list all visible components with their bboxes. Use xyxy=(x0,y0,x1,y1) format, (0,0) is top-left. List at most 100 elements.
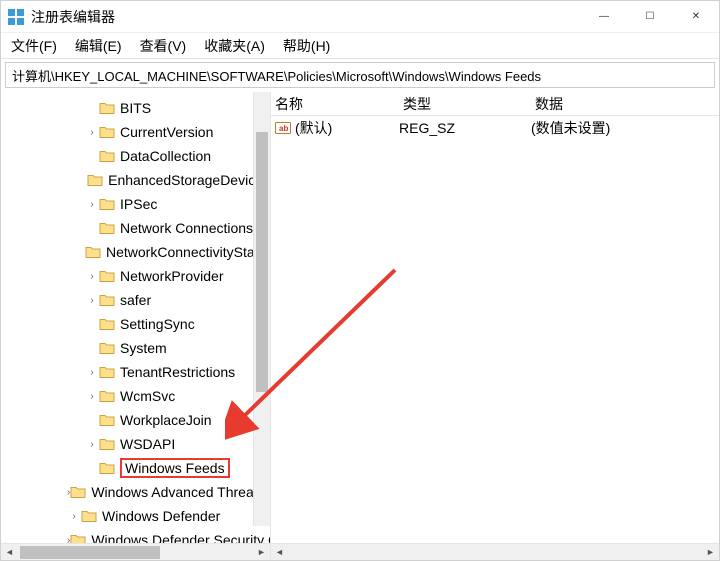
folder-icon xyxy=(99,437,115,451)
menu-view[interactable]: 查看(V) xyxy=(136,34,191,58)
tree-item[interactable]: ›Windows Advanced Threat Protection xyxy=(1,480,270,504)
value-horizontal-scrollbar[interactable]: ◄ ► xyxy=(271,543,719,560)
expander-icon[interactable]: › xyxy=(85,295,99,306)
folder-icon xyxy=(99,269,115,283)
string-value-icon: ab xyxy=(275,120,291,136)
tree-item[interactable]: System xyxy=(1,336,270,360)
tree-item-label: BITS xyxy=(120,100,151,116)
tree-item[interactable]: SettingSync xyxy=(1,312,270,336)
folder-icon xyxy=(99,461,115,475)
tree-item[interactable]: NetworkConnectivityStatus xyxy=(1,240,270,264)
scroll-left-icon[interactable]: ◄ xyxy=(1,547,18,557)
folder-icon xyxy=(99,221,115,235)
folder-icon xyxy=(99,101,115,115)
tree-item[interactable]: EnhancedStorageDevices xyxy=(1,168,270,192)
column-header-name[interactable]: 名称 xyxy=(275,94,403,114)
menu-favorites[interactable]: 收藏夹(A) xyxy=(200,34,269,58)
expander-icon[interactable]: › xyxy=(67,511,81,522)
expander-icon[interactable]: › xyxy=(85,367,99,378)
menu-file[interactable]: 文件(F) xyxy=(7,34,61,58)
tree-scroll[interactable]: BITS › CurrentVersion DataCollection Enhance… xyxy=(1,92,270,543)
menubar: 文件(F) 编辑(E) 查看(V) 收藏夹(A) 帮助(H) xyxy=(1,33,719,59)
expander-icon[interactable]: › xyxy=(85,199,99,210)
folder-icon xyxy=(85,245,101,259)
tree-horizontal-scrollbar[interactable]: ◄ ► xyxy=(1,543,270,560)
tree-item[interactable]: › CurrentVersion xyxy=(1,120,270,144)
column-header-data[interactable]: 数据 xyxy=(535,94,719,114)
tree-item-label: Windows Defender xyxy=(102,508,220,524)
folder-icon xyxy=(99,341,115,355)
address-path: 计算机\HKEY_LOCAL_MACHINE\SOFTWARE\Policies… xyxy=(12,66,541,85)
window-title: 注册表编辑器 xyxy=(31,7,115,27)
value-type: REG_SZ xyxy=(399,120,531,136)
folder-icon xyxy=(99,293,115,307)
folder-icon xyxy=(99,125,115,139)
scroll-left-icon[interactable]: ◄ xyxy=(271,547,288,557)
folder-icon xyxy=(99,317,115,331)
tree-item[interactable]: › NetworkProvider xyxy=(1,264,270,288)
maximize-button[interactable]: ☐ xyxy=(627,1,673,32)
close-button[interactable]: ✕ xyxy=(673,1,719,32)
tree-item[interactable]: BITS xyxy=(1,96,270,120)
folder-icon xyxy=(70,485,86,499)
scroll-right-icon[interactable]: ► xyxy=(253,547,270,557)
tree-item-label: WorkplaceJoin xyxy=(120,412,212,428)
tree-item-label: WcmSvc xyxy=(120,388,175,404)
svg-text:ab: ab xyxy=(279,124,288,133)
folder-icon xyxy=(99,389,115,403)
folder-icon xyxy=(99,413,115,427)
tree-item[interactable]: WorkplaceJoin xyxy=(1,408,270,432)
expander-icon[interactable]: › xyxy=(85,271,99,282)
scroll-right-icon[interactable]: ► xyxy=(702,547,719,557)
tree-pane: BITS › CurrentVersion DataCollection Enhance… xyxy=(1,92,271,560)
tree-vertical-scrollbar[interactable] xyxy=(253,92,270,526)
tree-item-label: EnhancedStorageDevices xyxy=(108,172,270,188)
folder-icon xyxy=(87,173,103,187)
value-row[interactable]: ab (默认) REG_SZ (数值未设置) xyxy=(271,116,719,140)
tree-item-label: safer xyxy=(120,292,151,308)
titlebar-left: 注册表编辑器 xyxy=(7,7,115,27)
content-area: BITS › CurrentVersion DataCollection Enhance… xyxy=(1,92,719,560)
tree-item-label: IPSec xyxy=(120,196,157,212)
tree-item-label: SettingSync xyxy=(120,316,195,332)
tree-item[interactable]: › WcmSvc xyxy=(1,384,270,408)
tree-item[interactable]: Network Connections xyxy=(1,216,270,240)
column-header-type[interactable]: 类型 xyxy=(403,94,535,114)
expander-icon[interactable]: › xyxy=(85,391,99,402)
tree-item[interactable]: Windows Feeds xyxy=(1,456,270,480)
titlebar[interactable]: 注册表编辑器 — ☐ ✕ xyxy=(1,1,719,33)
tree-item[interactable]: › IPSec xyxy=(1,192,270,216)
tree-item[interactable]: › safer xyxy=(1,288,270,312)
tree-item-label: WSDAPI xyxy=(120,436,175,452)
tree-item-label: CurrentVersion xyxy=(120,124,213,140)
tree-item[interactable]: › Windows Defender xyxy=(1,504,270,528)
tree-item-label: NetworkProvider xyxy=(120,268,223,284)
menu-edit[interactable]: 编辑(E) xyxy=(71,34,126,58)
expander-icon[interactable]: › xyxy=(85,439,99,450)
tree-list: BITS › CurrentVersion DataCollection Enhance… xyxy=(1,92,270,543)
tree-item-label: Network Connections xyxy=(120,220,253,236)
tree-item-label: Windows Feeds xyxy=(120,458,230,478)
tree-item-label: Windows Advanced Threat Protection xyxy=(91,484,270,500)
expander-icon[interactable]: › xyxy=(85,127,99,138)
tree-item[interactable]: › WSDAPI xyxy=(1,432,270,456)
tree-item-label: TenantRestrictions xyxy=(120,364,235,380)
folder-icon xyxy=(99,365,115,379)
tree-item-label: Windows Defender Security Center xyxy=(91,532,270,543)
scrollbar-thumb[interactable] xyxy=(256,132,268,392)
tree-item[interactable]: › TenantRestrictions xyxy=(1,360,270,384)
address-bar[interactable]: 计算机\HKEY_LOCAL_MACHINE\SOFTWARE\Policies… xyxy=(5,62,715,88)
tree-item-label: System xyxy=(120,340,167,356)
value-header: 名称 类型 数据 xyxy=(271,92,719,116)
tree-item-label: NetworkConnectivityStatus xyxy=(106,244,270,260)
menu-help[interactable]: 帮助(H) xyxy=(279,34,334,58)
value-pane: 名称 类型 数据 ab (默认) REG_SZ (数值未设置) ◄ ► xyxy=(271,92,719,560)
minimize-button[interactable]: — xyxy=(581,1,627,32)
scrollbar-thumb[interactable] xyxy=(20,546,160,559)
tree-item[interactable]: ›Windows Defender Security Center xyxy=(1,528,270,543)
folder-icon xyxy=(99,197,115,211)
folder-icon xyxy=(81,509,97,523)
window-controls: — ☐ ✕ xyxy=(581,1,719,32)
tree-item[interactable]: DataCollection xyxy=(1,144,270,168)
tree-item-label: DataCollection xyxy=(120,148,211,164)
